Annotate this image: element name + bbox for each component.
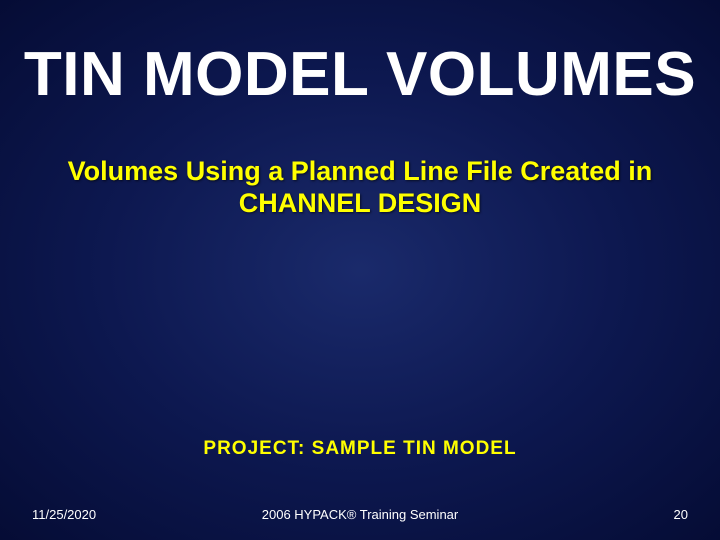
project-label: PROJECT: SAMPLE TIN MODEL [0,438,720,460]
slide-title: TIN MODEL VOLUMES [24,42,696,107]
footer-center-text: 2006 HYPACK® Training Seminar [262,507,459,522]
slide-subtitle: Volumes Using a Planned Line File Create… [0,155,720,220]
slide: TIN MODEL VOLUMES Volumes Using a Planne… [0,0,720,540]
slide-footer: 11/25/2020 2006 HYPACK® Training Seminar… [0,507,720,522]
footer-date: 11/25/2020 [32,507,96,522]
footer-page-number: 20 [674,507,688,522]
